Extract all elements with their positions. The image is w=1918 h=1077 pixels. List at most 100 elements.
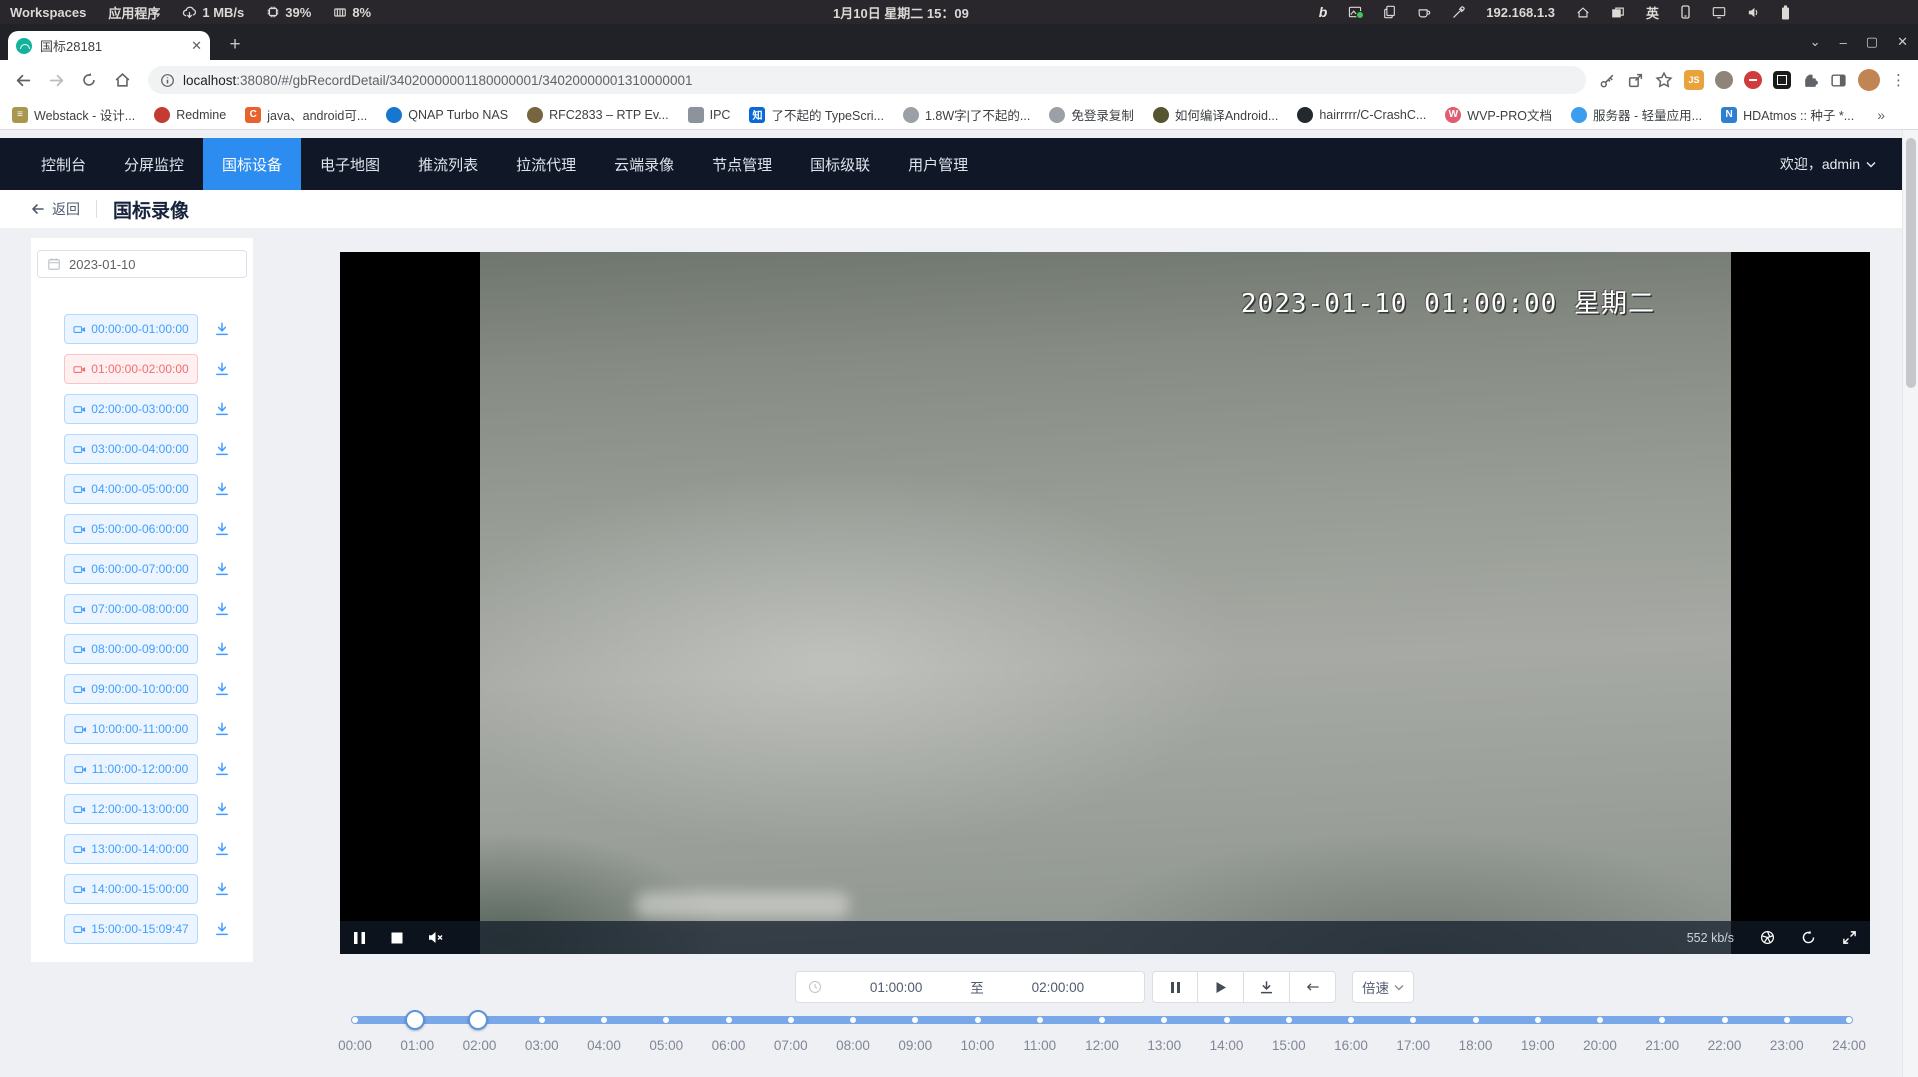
segment-download-button[interactable]	[214, 641, 230, 657]
segment-time-button[interactable]: 03:00:00-04:00:00	[64, 434, 198, 464]
bing-tray-icon[interactable]: b	[1319, 4, 1328, 20]
segment-download-button[interactable]	[214, 801, 230, 817]
timeline-handle[interactable]	[405, 1010, 425, 1030]
start-time-value[interactable]: 01:00:00	[822, 980, 970, 995]
bookmark-item[interactable]: RFC2833 – RTP Ev...	[527, 107, 669, 123]
bookmark-item[interactable]: 知了不起的 TypeScri...	[749, 105, 884, 124]
end-time-value[interactable]: 02:00:00	[984, 980, 1132, 995]
profile-avatar[interactable]	[1858, 69, 1880, 91]
download-button[interactable]	[1244, 971, 1290, 1003]
segment-download-button[interactable]	[214, 561, 230, 577]
volume-muted-icon[interactable]	[428, 931, 444, 944]
segment-time-button[interactable]: 12:00:00-13:00:00	[64, 794, 198, 824]
color-picker-tray-icon[interactable]	[1452, 6, 1465, 19]
segment-time-button[interactable]: 09:00:00-10:00:00	[64, 674, 198, 704]
battery-tray-icon[interactable]	[1781, 5, 1790, 20]
segment-time-button[interactable]: 10:00:00-11:00:00	[64, 714, 198, 744]
nav-tab-2-active[interactable]: 国标设备	[203, 138, 301, 190]
segment-download-button[interactable]	[214, 321, 230, 337]
menu-kebab-icon[interactable]: ⋮	[1891, 71, 1906, 89]
segment-download-button[interactable]	[214, 601, 230, 617]
password-key-icon[interactable]	[1599, 72, 1616, 89]
applications-menu[interactable]: 应用程序	[108, 3, 160, 22]
bookmark-item[interactable]: NHDAtmos :: 种子 *...	[1721, 105, 1854, 124]
home-tray-icon[interactable]	[1576, 6, 1590, 19]
tab-close-icon[interactable]: ✕	[191, 38, 202, 54]
extension-icon-gray[interactable]	[1715, 71, 1733, 89]
close-button[interactable]: ✕	[1897, 34, 1908, 50]
timeline-slider[interactable]: 00:0001:0002:0003:0004:0005:0006:0007:00…	[340, 1006, 1870, 1076]
nav-tab-3[interactable]: 电子地图	[301, 138, 399, 190]
workspaces-menu[interactable]: Workspaces	[10, 5, 86, 20]
back-icon[interactable]	[10, 67, 36, 93]
nav-tab-7[interactable]: 节点管理	[693, 138, 791, 190]
maximize-button[interactable]: ▢	[1866, 34, 1878, 50]
bookmark-item[interactable]: IPC	[688, 107, 731, 123]
segment-time-button[interactable]: 01:00:00-02:00:00	[64, 354, 198, 384]
js-extension-badge[interactable]: JS	[1684, 70, 1704, 90]
segment-download-button[interactable]	[214, 681, 230, 697]
tab-search-icon[interactable]: ⌄	[1810, 34, 1821, 50]
segment-time-button[interactable]: 04:00:00-05:00:00	[64, 474, 198, 504]
bookmark-item[interactable]: 如何编译Android...	[1153, 105, 1279, 124]
coffee-tray-icon[interactable]	[1417, 6, 1431, 19]
nav-tab-9[interactable]: 用户管理	[889, 138, 987, 190]
nav-tab-1[interactable]: 分屏监控	[105, 138, 203, 190]
segment-time-button[interactable]: 00:00:00-01:00:00	[64, 314, 198, 344]
share-icon[interactable]	[1627, 72, 1644, 89]
side-panel-icon[interactable]	[1830, 72, 1847, 89]
phone-tray-icon[interactable]	[1680, 5, 1691, 19]
nav-tab-6[interactable]: 云端录像	[595, 138, 693, 190]
segment-download-button[interactable]	[214, 521, 230, 537]
segment-download-button[interactable]	[214, 921, 230, 937]
bookmark-item[interactable]: ≡Webstack - 设计...	[12, 105, 135, 124]
url-address-bar[interactable]: localhost:38080/#/gbRecordDetail/3402000…	[148, 66, 1586, 94]
player-pause-button[interactable]	[353, 931, 366, 945]
timeline-handle[interactable]	[468, 1010, 488, 1030]
segment-time-button[interactable]: 14:00:00-15:00:00	[64, 874, 198, 904]
browser-tab[interactable]: 国标28181 ✕	[8, 31, 210, 60]
extension-icon-screenshot[interactable]	[1773, 71, 1791, 89]
playback-speed-dropdown[interactable]: 倍速	[1352, 971, 1414, 1003]
date-picker-input[interactable]: 2023-01-10	[37, 250, 247, 278]
bookmarks-overflow-chevron[interactable]: »	[1877, 107, 1885, 123]
bookmark-item[interactable]: Cjava、android可...	[245, 105, 367, 124]
input-method-indicator[interactable]: 英	[1646, 3, 1659, 22]
segment-download-button[interactable]	[214, 841, 230, 857]
play-button[interactable]	[1198, 971, 1244, 1003]
segment-download-button[interactable]	[214, 401, 230, 417]
reload-icon[interactable]	[76, 67, 102, 93]
segment-download-button[interactable]	[214, 481, 230, 497]
segment-time-button[interactable]: 07:00:00-08:00:00	[64, 594, 198, 624]
segment-download-button[interactable]	[214, 761, 230, 777]
extensions-puzzle-icon[interactable]	[1802, 72, 1819, 89]
nav-tab-5[interactable]: 拉流代理	[497, 138, 595, 190]
page-scrollbar[interactable]	[1902, 130, 1918, 1077]
forward-icon[interactable]	[43, 67, 69, 93]
pause-button[interactable]	[1152, 971, 1198, 1003]
nav-tab-8[interactable]: 国标级联	[791, 138, 889, 190]
bookmark-star-icon[interactable]	[1655, 71, 1673, 89]
segment-download-button[interactable]	[214, 721, 230, 737]
site-info-icon[interactable]	[160, 73, 175, 88]
segment-download-button[interactable]	[214, 361, 230, 377]
screenshot-tray-icon[interactable]	[1348, 6, 1362, 18]
refresh-icon[interactable]	[1801, 930, 1816, 945]
windows-stack-tray-icon[interactable]	[1611, 6, 1625, 19]
bookmark-item[interactable]: 服务器 - 轻量应用...	[1571, 105, 1702, 124]
minimize-button[interactable]: –	[1840, 35, 1847, 50]
snapshot-shutter-icon[interactable]	[1760, 930, 1775, 945]
volume-tray-icon[interactable]	[1747, 6, 1760, 19]
back-button[interactable]: 返回	[30, 199, 80, 219]
new-tab-button[interactable]: +	[222, 32, 248, 58]
bookmark-item[interactable]: QNAP Turbo NAS	[386, 107, 508, 123]
scrollbar-thumb[interactable]	[1906, 138, 1916, 388]
player-stop-button[interactable]	[391, 932, 403, 944]
segment-time-button[interactable]: 11:00:00-12:00:00	[64, 754, 198, 784]
video-player[interactable]: 2023-01-10 01:00:00 星期二 552 kb/s	[340, 252, 1870, 954]
segment-download-button[interactable]	[214, 881, 230, 897]
segment-time-button[interactable]: 05:00:00-06:00:00	[64, 514, 198, 544]
segment-download-button[interactable]	[214, 441, 230, 457]
fullscreen-icon[interactable]	[1842, 930, 1857, 945]
segment-time-button[interactable]: 15:00:00-15:09:47	[64, 914, 198, 944]
